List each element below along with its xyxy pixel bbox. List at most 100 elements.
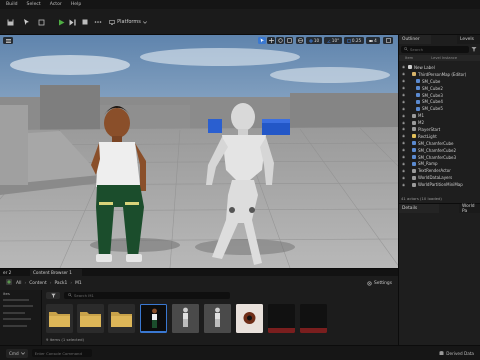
visibility-eye-icon[interactable]: ◉ xyxy=(402,121,406,125)
outliner-row[interactable]: ◉ WorldPartitionMiniMap xyxy=(399,181,480,188)
visibility-eye-icon[interactable]: ◉ xyxy=(402,107,406,111)
visibility-eye-icon[interactable]: ◉ xyxy=(402,114,406,118)
outliner-row[interactable]: ◉ TextRenderActor xyxy=(399,167,480,174)
actor-type-icon xyxy=(412,175,416,180)
breadcrumb-m1[interactable]: M1 xyxy=(75,281,82,286)
outliner-row[interactable]: ◉ SM_Cube4 xyxy=(399,98,480,105)
scale-tool-icon[interactable] xyxy=(285,37,293,44)
cmd-dropdown[interactable]: Cmd xyxy=(6,348,28,358)
tab-content-browser-label: Content Browser 1 xyxy=(33,270,72,275)
world-local-icon[interactable] xyxy=(296,37,304,44)
outliner-row[interactable]: ◉ SM_Ramp xyxy=(399,160,480,167)
tab-content-browser[interactable]: Content Browser 1 xyxy=(30,269,82,276)
visibility-eye-icon[interactable]: ◉ xyxy=(402,169,406,173)
outliner-col-item[interactable]: Item xyxy=(405,56,413,60)
outliner-row[interactable]: ◉ SM_Cube xyxy=(399,78,480,85)
stop-icon[interactable] xyxy=(80,17,90,27)
visibility-eye-icon[interactable]: ◉ xyxy=(402,86,406,90)
asset-folder[interactable] xyxy=(77,304,104,333)
outliner-row[interactable]: ◉ PlayerStart xyxy=(399,126,480,133)
add-actor-icon[interactable] xyxy=(36,17,46,27)
asset-folder[interactable] xyxy=(108,304,135,333)
visibility-eye-icon[interactable]: ◉ xyxy=(402,141,406,145)
visibility-eye-icon[interactable]: ◉ xyxy=(402,183,406,187)
outliner-row[interactable]: ◉ WorldDataLayers xyxy=(399,174,480,181)
skip-forward-icon[interactable] xyxy=(68,17,78,27)
outliner-row[interactable]: ◉ RectLight xyxy=(399,133,480,140)
outliner-row[interactable]: ◉ SM_ChamferCube xyxy=(399,140,480,147)
rotate-tool-icon[interactable] xyxy=(276,37,284,44)
tab-world-partition[interactable]: World Pa xyxy=(459,204,480,214)
asset-folder[interactable] xyxy=(46,304,73,333)
visibility-eye-icon[interactable]: ◉ xyxy=(402,100,406,104)
breadcrumb-all[interactable]: All xyxy=(16,281,21,286)
outliner-row[interactable]: ◉ New Label xyxy=(399,64,480,71)
camera-speed-button[interactable]: 4 xyxy=(366,37,380,44)
menu-actor[interactable]: Actor xyxy=(50,2,62,7)
visibility-eye-icon[interactable]: ◉ xyxy=(402,162,406,166)
maximize-viewport-icon[interactable] xyxy=(383,37,393,44)
play-icon[interactable] xyxy=(56,17,66,27)
scale-snap-toggle[interactable]: 0.25 xyxy=(344,37,364,44)
breadcrumb-pack1[interactable]: Pack1 xyxy=(54,281,67,286)
outliner-row[interactable]: ◉ M2 xyxy=(399,119,480,126)
tab-levels-label: Levels xyxy=(460,37,474,42)
menu-build[interactable]: Build xyxy=(6,2,18,7)
asset-texture[interactable] xyxy=(268,304,295,333)
menu-select[interactable]: Select xyxy=(27,2,41,7)
visibility-eye-icon[interactable]: ◉ xyxy=(402,65,406,69)
tab-output-log[interactable]: er 2 xyxy=(0,269,28,276)
tab-details[interactable]: Details xyxy=(399,204,439,213)
content-search-input[interactable]: Search M1 xyxy=(64,292,230,299)
tab-outliner[interactable]: Outliner xyxy=(399,35,431,44)
add-button-icon[interactable] xyxy=(6,279,12,287)
visibility-eye-icon[interactable]: ◉ xyxy=(402,155,406,159)
chevron-down-icon xyxy=(20,351,25,355)
outliner-row[interactable]: ◉ SM_ChamferCube3 xyxy=(399,154,480,161)
folder-icon xyxy=(49,312,70,327)
outliner-row[interactable]: ◉ SM_Cube2 xyxy=(399,85,480,92)
rotation-snap-toggle[interactable]: 10° xyxy=(324,37,342,44)
console-input[interactable]: Enter Console Command xyxy=(31,349,92,357)
outliner-row[interactable]: ◉ SM_Cube5 xyxy=(399,105,480,112)
asset-animation[interactable] xyxy=(172,304,199,333)
platforms-button[interactable]: Platforms xyxy=(108,17,148,27)
filter-button[interactable] xyxy=(46,292,60,299)
outliner-row[interactable]: ◉ SM_Cube3 xyxy=(399,92,480,99)
sidebar-item[interactable] xyxy=(0,323,41,330)
viewport-options-icon[interactable] xyxy=(3,37,13,44)
visibility-eye-icon[interactable]: ◉ xyxy=(402,176,406,180)
move-tool-icon[interactable] xyxy=(267,37,275,44)
visibility-eye-icon[interactable]: ◉ xyxy=(402,93,406,97)
visibility-eye-icon[interactable]: ◉ xyxy=(402,79,406,83)
tab-levels[interactable]: Levels xyxy=(457,35,480,44)
visibility-eye-icon[interactable]: ◉ xyxy=(402,134,406,138)
character-thumbnail-icon xyxy=(141,308,166,332)
actor-type-icon xyxy=(412,182,416,187)
save-icon[interactable] xyxy=(4,17,16,27)
outliner-col-level[interactable]: Level Instance xyxy=(431,56,457,60)
outliner-row[interactable]: ◉ M1 xyxy=(399,112,480,119)
asset-skeletal-mesh-selected[interactable] xyxy=(140,304,167,333)
visibility-eye-icon[interactable]: ◉ xyxy=(402,72,406,76)
mode-select-icon[interactable] xyxy=(20,17,34,27)
select-tool-icon[interactable] xyxy=(258,37,266,44)
outliner-row[interactable]: ◉ ThirdPersonMap (Editor) xyxy=(399,71,480,78)
outliner-row-label: SM_ChamferCube xyxy=(418,140,454,146)
breadcrumb-separator-icon: › xyxy=(70,280,73,286)
outliner-search-input[interactable]: Search xyxy=(401,46,469,53)
settings-button[interactable]: Settings xyxy=(367,281,392,286)
menu-help[interactable]: Help xyxy=(71,2,81,7)
outliner-filter-icon[interactable] xyxy=(471,46,479,53)
visibility-eye-icon[interactable]: ◉ xyxy=(402,127,406,131)
asset-texture[interactable] xyxy=(300,304,327,333)
asset-animation[interactable] xyxy=(204,304,231,333)
outliner-row[interactable]: ◉ SM_ChamferCube2 xyxy=(399,147,480,154)
derived-data-button[interactable]: Derived Data xyxy=(439,351,474,356)
play-options-icon[interactable] xyxy=(92,17,104,27)
grid-snap-toggle[interactable]: 10 xyxy=(306,37,322,44)
visibility-eye-icon[interactable]: ◉ xyxy=(402,148,406,152)
asset-material[interactable] xyxy=(236,304,263,333)
breadcrumb-content[interactable]: Content xyxy=(29,281,46,286)
level-viewport[interactable]: 10 10° 0.25 4 xyxy=(0,35,398,268)
